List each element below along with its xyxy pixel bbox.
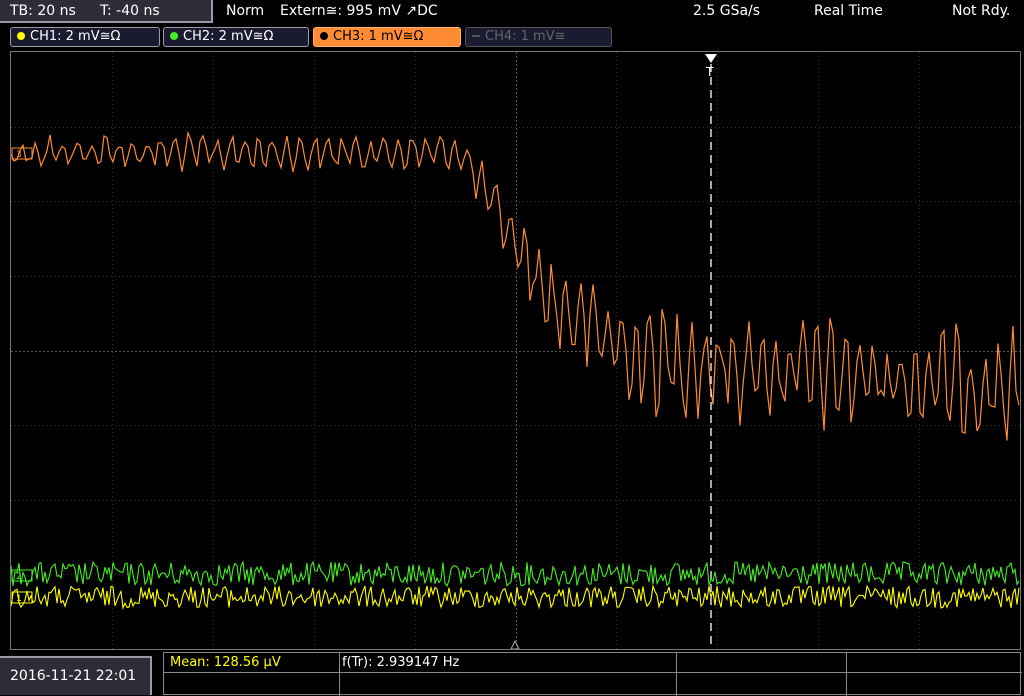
channel-3-marker-label: 3 — [16, 150, 22, 160]
acquisition-mode[interactable]: Real Time — [814, 0, 883, 23]
trigger-marker-label: T — [705, 65, 714, 79]
timebase-readout[interactable]: TB: 20 ns — [10, 0, 76, 22]
trigger-mode[interactable]: Norm — [226, 0, 264, 23]
channel-3-trace — [10, 130, 1020, 441]
frequency-measurement[interactable]: f(Tr): 2.939147 Hz — [342, 654, 459, 672]
sample-rate: 2.5 GSa/s — [693, 3, 761, 19]
channel-4-indicator-icon — [472, 35, 480, 37]
top-status-bar: TB: 20 ns T: -40 ns Norm Extern≅: 995 mV… — [0, 0, 1024, 24]
trigger-source[interactable]: Extern≅: 995 mV ↗DC — [280, 0, 438, 23]
trigger-position-readout[interactable]: T: -40 ns — [100, 0, 160, 22]
channel-1-label: CH1: 2 mV≅Ω — [30, 29, 121, 44]
channel-2-indicator-icon — [170, 32, 178, 40]
channel-3-level-marker[interactable]: 3 — [11, 147, 33, 160]
channel-1-marker-label: 1 — [16, 594, 22, 604]
channel-4-label: CH4: 1 mV≅ — [485, 29, 566, 44]
measurement-panel[interactable]: Mean: 128.56 µV f(Tr): 2.939147 Hz — [163, 652, 1022, 696]
channel-3-label: CH3: 1 mV≅Ω — [333, 29, 424, 44]
channel-4-button[interactable]: CH4: 1 mV≅ — [465, 27, 612, 47]
trigger-marker-icon[interactable] — [705, 54, 717, 63]
channel-3-indicator-icon — [320, 32, 328, 40]
trigger-position-icon — [510, 639, 520, 650]
timebase-panel[interactable]: TB: 20 ns T: -40 ns — [0, 0, 213, 23]
waveform-graticule: T 3 2 1 — [10, 52, 1020, 650]
channel-3-button[interactable]: CH3: 1 mV≅Ω — [313, 27, 461, 47]
trigger-state: Not Rdy. — [952, 3, 1011, 19]
channel-bar: CH1: 2 mV≅Ω CH2: 2 mV≅Ω CH3: 1 mV≅Ω CH4:… — [0, 26, 1024, 48]
channel-1-trace — [10, 584, 1020, 611]
waveform-display[interactable]: T 3 2 1 — [10, 51, 1021, 650]
mean-measurement[interactable]: Mean: 128.56 µV — [170, 654, 281, 672]
channel-1-button[interactable]: CH1: 2 mV≅Ω — [10, 27, 160, 47]
channel-2-button[interactable]: CH2: 2 mV≅Ω — [163, 27, 309, 47]
channel-2-trace — [10, 560, 1020, 588]
channel-1-indicator-icon — [17, 32, 25, 40]
channel-2-label: CH2: 2 mV≅Ω — [183, 29, 274, 44]
channel-2-marker-label: 2 — [16, 572, 22, 582]
date-time: 2016-11-21 22:01 — [0, 656, 152, 695]
